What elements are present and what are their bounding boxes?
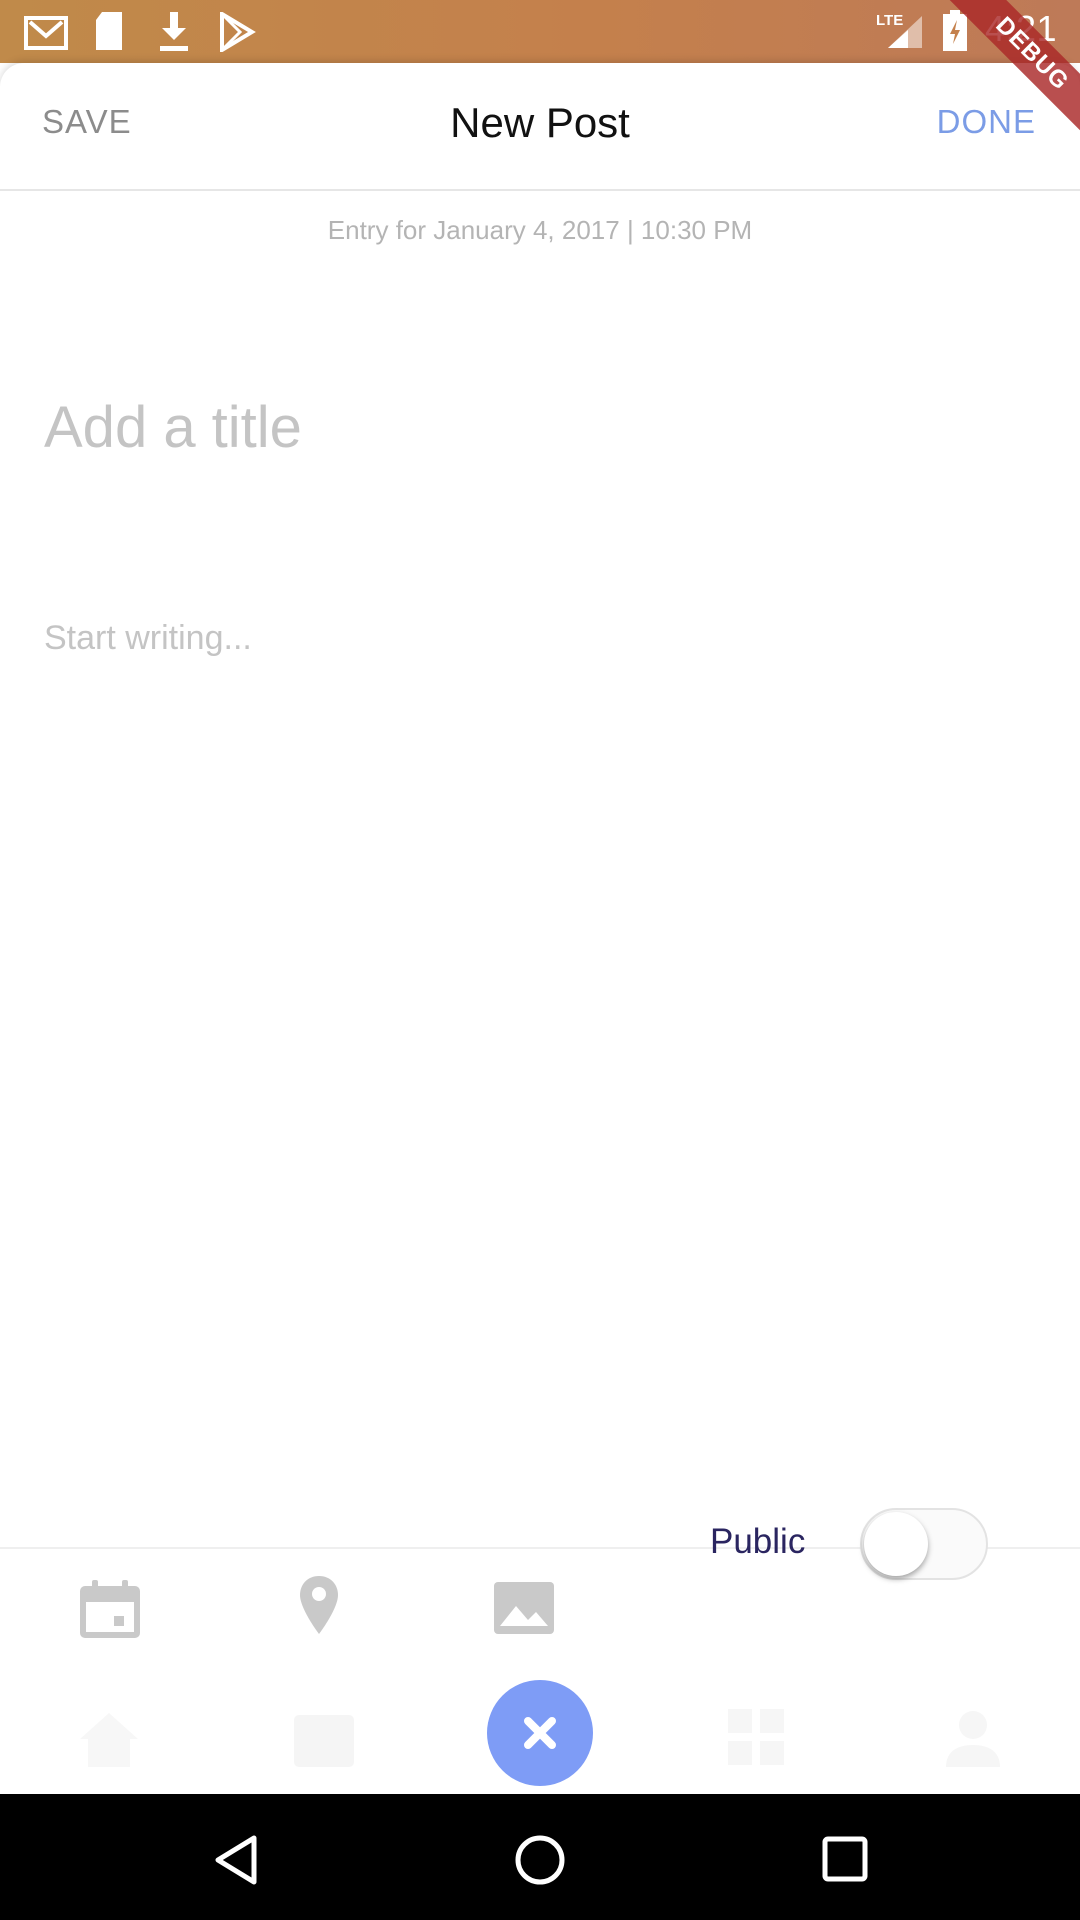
- gmail-icon: [24, 16, 68, 50]
- debug-ribbon: DEBUG: [930, 0, 1080, 150]
- home-icon[interactable]: [78, 1711, 140, 1769]
- download-icon: [160, 12, 188, 51]
- toggle-knob: [864, 1512, 928, 1576]
- debug-label: DEBUG: [940, 0, 1080, 146]
- sd-card-icon: [96, 12, 122, 50]
- close-fab[interactable]: [487, 1680, 593, 1786]
- entry-date: Entry for January 4, 2017 | 10:30 PM: [327, 215, 753, 245]
- person-icon[interactable]: [942, 1707, 1004, 1769]
- page-title: New Post: [450, 99, 630, 146]
- public-toggle[interactable]: [860, 1508, 988, 1580]
- grid-icon[interactable]: [726, 1707, 786, 1767]
- public-label: Public: [710, 1522, 806, 1561]
- calendar-icon[interactable]: [292, 1709, 356, 1769]
- back-icon[interactable]: [212, 1834, 260, 1886]
- title-input[interactable]: [44, 385, 1034, 469]
- body-input[interactable]: [44, 619, 1034, 1519]
- header-divider: [0, 189, 1080, 191]
- image-icon[interactable]: [494, 1582, 554, 1634]
- system-nav-bar: [0, 1794, 1080, 1920]
- close-icon: [524, 1717, 556, 1749]
- header: SAVE New Post DONE: [0, 63, 1080, 189]
- signal-icon: [888, 16, 922, 48]
- status-bar: LTE 4:21: [0, 0, 1080, 63]
- location-pin-icon[interactable]: [298, 1574, 340, 1636]
- home-nav-icon[interactable]: [513, 1833, 567, 1887]
- play-store-icon: [220, 12, 256, 52]
- calendar-icon[interactable]: [78, 1580, 142, 1640]
- recents-icon[interactable]: [820, 1834, 870, 1884]
- new-post-sheet: SAVE New Post DONE Entry for January 4, …: [0, 63, 1080, 1667]
